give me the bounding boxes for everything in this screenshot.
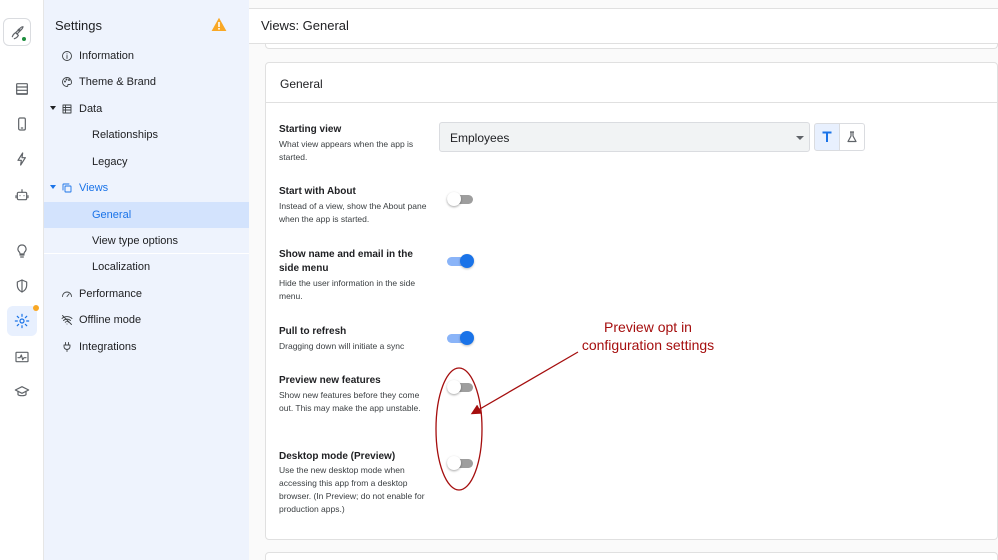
nav-item-label: Relationships bbox=[92, 129, 159, 141]
nav-item-label: General bbox=[92, 209, 132, 221]
nav-item-general[interactable]: General bbox=[44, 202, 249, 228]
nav-item-information[interactable]: Information bbox=[44, 43, 249, 69]
expand-caret-icon[interactable] bbox=[50, 106, 56, 110]
desktop-mode-description: Use the new desktop mode when accessing … bbox=[279, 465, 425, 514]
robot-icon bbox=[15, 189, 29, 201]
nav-item-data[interactable]: Data bbox=[44, 96, 249, 122]
nav-title: Settings bbox=[55, 18, 102, 33]
text-mode-button[interactable] bbox=[814, 123, 840, 151]
nav-item-integrations[interactable]: Integrations bbox=[44, 334, 249, 360]
preview-features-toggle[interactable] bbox=[447, 378, 475, 396]
start-with-about-description: Instead of a view, show the About pane w… bbox=[279, 201, 427, 224]
app-home-button[interactable] bbox=[3, 18, 31, 46]
copy-icon bbox=[61, 182, 73, 194]
starting-view-value: Employees bbox=[450, 131, 510, 145]
notification-dot bbox=[33, 305, 39, 311]
annotation-line-2: configuration settings bbox=[581, 337, 715, 353]
settings-rail-button[interactable] bbox=[7, 305, 39, 336]
learn-rail-button[interactable] bbox=[7, 377, 37, 407]
page-title: Views: General bbox=[261, 18, 349, 33]
info-icon bbox=[61, 50, 73, 62]
show-name-email-label: Show name and email in the side menu bbox=[279, 249, 413, 274]
page-header: Views: General bbox=[249, 8, 998, 44]
actions-rail-button[interactable] bbox=[7, 144, 37, 174]
palette-icon bbox=[61, 76, 73, 88]
expression-mode-button[interactable] bbox=[839, 123, 865, 151]
previous-card-edge bbox=[265, 44, 998, 49]
next-card-edge bbox=[265, 552, 998, 560]
starting-view-select[interactable]: Employees bbox=[439, 122, 810, 152]
settings-nav: Settings Information Theme & Brand Data … bbox=[44, 0, 249, 560]
table-icon bbox=[61, 103, 73, 115]
nav-item-label: Offline mode bbox=[79, 314, 142, 326]
nav-item-label: Data bbox=[79, 103, 103, 115]
app-root: Settings Information Theme & Brand Data … bbox=[0, 0, 998, 560]
starting-view-label: Starting view bbox=[279, 124, 342, 135]
nav-item-localization[interactable]: Localization bbox=[44, 254, 249, 280]
main-panel: Views: General General Starting view Wha… bbox=[249, 0, 998, 560]
security-rail-button[interactable] bbox=[7, 271, 37, 301]
status-dot bbox=[21, 36, 27, 42]
nav-item-views[interactable]: Views bbox=[44, 175, 249, 201]
card-header: General bbox=[266, 63, 998, 103]
nav-item-label: Integrations bbox=[79, 341, 137, 353]
start-with-about-label: Start with About bbox=[279, 186, 356, 197]
text-t-icon bbox=[822, 131, 832, 142]
views-rail-button[interactable] bbox=[7, 109, 37, 139]
pull-to-refresh-toggle[interactable] bbox=[447, 329, 475, 347]
gear-icon bbox=[14, 313, 30, 329]
desktop-mode-label: Desktop mode (Preview) bbox=[279, 451, 396, 462]
automation-rail-button[interactable] bbox=[7, 180, 37, 210]
annotation-text: Preview opt in configuration settings bbox=[563, 318, 733, 354]
desktop-mode-toggle[interactable] bbox=[447, 454, 475, 472]
nav-item-legacy[interactable]: Legacy bbox=[44, 149, 249, 175]
nav-item-label: Legacy bbox=[92, 156, 128, 168]
show-name-email-toggle[interactable] bbox=[447, 252, 475, 270]
nav-item-offline-mode[interactable]: Offline mode bbox=[44, 307, 249, 333]
pull-to-refresh-description: Dragging down will initiate a sync bbox=[279, 341, 405, 351]
annotation-line-1: Preview opt in bbox=[604, 319, 692, 335]
warning-icon[interactable] bbox=[211, 17, 227, 32]
expand-caret-icon[interactable] bbox=[50, 185, 56, 189]
nav-item-label: Views bbox=[79, 182, 109, 194]
nav-item-view-type-options[interactable]: View type options bbox=[44, 228, 249, 254]
shield-icon bbox=[16, 279, 28, 293]
plug-icon bbox=[61, 341, 73, 353]
show-name-email-description: Hide the user information in the side me… bbox=[279, 278, 416, 301]
pull-to-refresh-label: Pull to refresh bbox=[279, 326, 347, 337]
icon-rail bbox=[0, 0, 44, 560]
nav-item-label: View type options bbox=[92, 234, 179, 247]
intelligence-rail-button[interactable] bbox=[7, 236, 37, 266]
graduation-cap-icon bbox=[14, 386, 30, 397]
nav-item-label: Performance bbox=[79, 288, 142, 300]
preview-features-description: Show new features before they come out. … bbox=[279, 390, 421, 413]
lightbulb-icon bbox=[17, 244, 27, 258]
monitor-rail-button[interactable] bbox=[7, 342, 37, 372]
card-title: General bbox=[280, 77, 323, 91]
flask-icon bbox=[847, 131, 857, 143]
starting-view-description: What view appears when the app is starte… bbox=[279, 139, 414, 162]
monitor-pulse-icon bbox=[15, 351, 29, 363]
data-rail-button[interactable] bbox=[7, 74, 37, 104]
nav-item-label: Localization bbox=[92, 261, 151, 273]
start-with-about-toggle[interactable] bbox=[447, 190, 475, 208]
nav-item-performance[interactable]: Performance bbox=[44, 281, 249, 307]
phone-icon bbox=[18, 117, 26, 131]
preview-features-label: Preview new features bbox=[279, 375, 381, 386]
dropdown-arrow-icon bbox=[796, 136, 804, 140]
speedometer-icon bbox=[61, 288, 73, 300]
nav-item-label: Information bbox=[79, 50, 135, 62]
bolt-icon bbox=[17, 152, 26, 166]
nav-item-label: Theme & Brand bbox=[79, 76, 157, 88]
table-icon bbox=[16, 83, 28, 95]
nav-item-theme-brand[interactable]: Theme & Brand bbox=[44, 69, 249, 95]
nav-item-relationships[interactable]: Relationships bbox=[44, 122, 249, 148]
wifi-off-icon bbox=[61, 314, 73, 326]
